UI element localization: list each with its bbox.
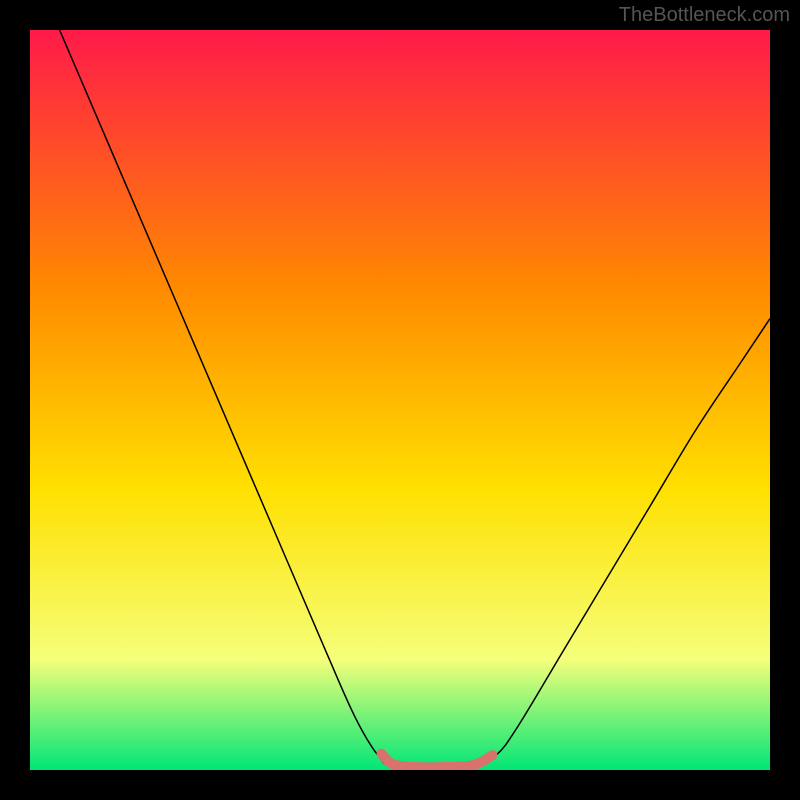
gradient-background [30,30,770,770]
bottleneck-chart [30,30,770,770]
chart-container [30,30,770,770]
attribution-text: TheBottleneck.com [619,4,790,27]
